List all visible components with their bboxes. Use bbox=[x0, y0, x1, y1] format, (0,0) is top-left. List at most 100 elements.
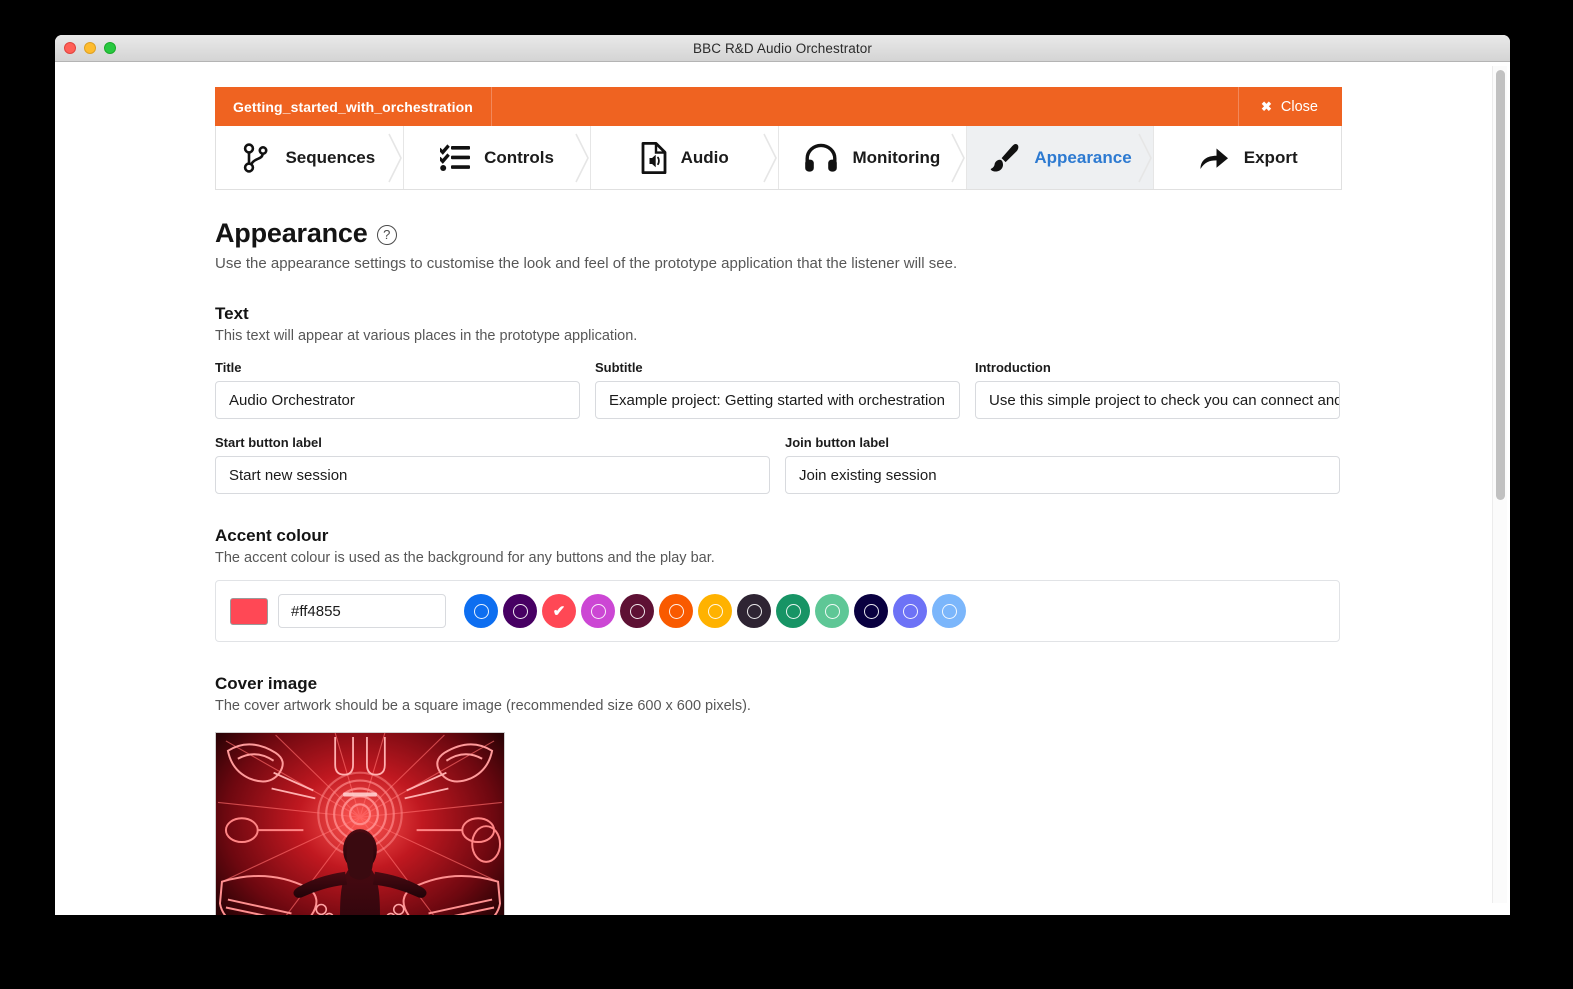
page-description: Use the appearance settings to customise… bbox=[215, 255, 958, 272]
field-label: Start button label bbox=[215, 435, 322, 450]
field-introduction: Introduction Use this simple project to … bbox=[975, 360, 1340, 419]
question-mark-icon[interactable]: ? bbox=[376, 224, 397, 245]
field-subtitle: Subtitle Example project: Getting starte… bbox=[595, 360, 960, 419]
tab-export[interactable]: Export bbox=[1154, 126, 1342, 189]
text-section-title: Text bbox=[215, 304, 249, 323]
current-colour-preview[interactable] bbox=[230, 597, 268, 625]
subtitle-input[interactable]: Example project: Getting started with or… bbox=[595, 381, 960, 419]
close-project-button[interactable]: ✖ Close bbox=[1239, 87, 1342, 126]
project-header-bar: Getting_started_with_orchestration ✖ Clo… bbox=[215, 87, 1342, 126]
text-fields-row-1: Title Audio Orchestrator Subtitle Exampl… bbox=[215, 360, 1342, 419]
colour-swatch-12[interactable] bbox=[932, 594, 966, 628]
tab-appearance[interactable]: Appearance bbox=[966, 126, 1155, 189]
colour-swatch-0[interactable] bbox=[464, 594, 498, 628]
field-start-button-label: Start button label Start new session bbox=[215, 435, 770, 494]
join-button-label-input[interactable]: Join existing session bbox=[785, 456, 1340, 494]
tab-chevron-icon bbox=[575, 126, 591, 189]
colour-swatch-7[interactable] bbox=[737, 594, 771, 628]
text-section-description: This text will appear at various places … bbox=[215, 328, 638, 344]
ring-icon bbox=[941, 603, 957, 619]
close-window-icon[interactable] bbox=[64, 42, 76, 54]
tab-chevron-icon bbox=[763, 126, 779, 189]
check-icon: ✔ bbox=[552, 602, 566, 620]
app-window: BBC R&D Audio Orchestrator Getting_start… bbox=[55, 35, 1510, 915]
paintbrush-icon bbox=[988, 142, 1020, 174]
tab-chevron-icon bbox=[1138, 126, 1154, 189]
main-nav-tabs: Sequences Controls Audio Monitoring Appe… bbox=[215, 126, 1342, 190]
colour-swatch-1[interactable] bbox=[503, 594, 537, 628]
tab-label: Export bbox=[1243, 147, 1298, 167]
ring-icon bbox=[902, 603, 918, 619]
traffic-light-buttons bbox=[64, 42, 116, 54]
checklist-icon bbox=[440, 143, 471, 172]
tab-audio[interactable]: Audio bbox=[591, 126, 780, 189]
close-project-label: Close bbox=[1280, 98, 1318, 115]
ring-icon bbox=[668, 603, 684, 619]
start-button-label-input[interactable]: Start new session bbox=[215, 456, 770, 494]
colour-swatch-9[interactable] bbox=[815, 594, 849, 628]
accent-colour-picker: #ff4855 ✔ bbox=[215, 580, 1340, 642]
window-body: Getting_started_with_orchestration ✖ Clo… bbox=[55, 62, 1510, 915]
colour-swatch-5[interactable] bbox=[659, 594, 693, 628]
ring-icon bbox=[590, 603, 606, 619]
colour-swatch-8[interactable] bbox=[776, 594, 810, 628]
ring-icon bbox=[473, 603, 489, 619]
page-title-text: Appearance bbox=[215, 218, 368, 248]
tab-chevron-icon bbox=[387, 126, 404, 189]
text-fields-row-2: Start button label Start new session Joi… bbox=[215, 435, 1342, 494]
share-arrow-icon bbox=[1198, 144, 1230, 172]
audio-file-icon bbox=[641, 141, 667, 174]
field-title: Title Audio Orchestrator bbox=[215, 360, 580, 419]
preset-colour-swatches: ✔ bbox=[464, 594, 966, 628]
field-label: Introduction bbox=[975, 360, 1051, 375]
vertical-scrollbar[interactable] bbox=[1492, 66, 1507, 903]
introduction-input[interactable]: Use this simple project to check you can… bbox=[975, 381, 1340, 419]
close-x-icon: ✖ bbox=[1261, 99, 1272, 114]
tab-label: Monitoring bbox=[852, 147, 941, 167]
header-spacer bbox=[492, 87, 1240, 126]
field-label: Join button label bbox=[785, 435, 889, 450]
colour-swatch-11[interactable] bbox=[893, 594, 927, 628]
ring-icon bbox=[629, 603, 645, 619]
tab-sequences[interactable]: Sequences bbox=[216, 126, 404, 189]
colour-swatch-10[interactable] bbox=[854, 594, 888, 628]
ring-icon bbox=[707, 603, 723, 619]
colour-swatch-3[interactable] bbox=[581, 594, 615, 628]
tab-label: Appearance bbox=[1034, 147, 1132, 167]
cover-image-thumbnail[interactable] bbox=[215, 732, 505, 915]
field-label: Title bbox=[215, 360, 242, 375]
tab-label: Audio bbox=[680, 147, 729, 167]
accent-colour-section: Accent colour The accent colour is used … bbox=[215, 526, 1342, 642]
tab-label: Sequences bbox=[285, 147, 376, 167]
accent-section-description: The accent colour is used as the backgro… bbox=[215, 550, 715, 566]
page-title: Appearance ? bbox=[215, 218, 1342, 249]
tab-monitoring[interactable]: Monitoring bbox=[779, 126, 967, 189]
cover-image-section: Cover image The cover artwork should be … bbox=[215, 674, 1342, 915]
appearance-content: Appearance ? Use the appearance settings… bbox=[215, 190, 1342, 915]
cover-section-title: Cover image bbox=[215, 674, 318, 693]
title-input[interactable]: Audio Orchestrator bbox=[215, 381, 580, 419]
headphones-icon bbox=[804, 143, 838, 173]
field-join-button-label: Join button label Join existing session bbox=[785, 435, 1340, 494]
hex-colour-input[interactable]: #ff4855 bbox=[278, 594, 446, 628]
scrollbar-thumb[interactable] bbox=[1496, 70, 1505, 500]
tab-controls[interactable]: Controls bbox=[403, 126, 592, 189]
ring-icon bbox=[863, 603, 879, 619]
colour-swatch-6[interactable] bbox=[698, 594, 732, 628]
colour-swatch-4[interactable] bbox=[620, 594, 654, 628]
ring-icon bbox=[824, 603, 840, 619]
colour-swatch-2[interactable]: ✔ bbox=[542, 594, 576, 628]
cover-artwork bbox=[216, 733, 504, 915]
window-titlebar: BBC R&D Audio Orchestrator bbox=[55, 35, 1510, 62]
text-section: Text This text will appear at various pl… bbox=[215, 304, 1342, 494]
project-name-label: Getting_started_with_orchestration bbox=[215, 87, 492, 126]
field-label: Subtitle bbox=[595, 360, 643, 375]
ring-icon bbox=[512, 603, 528, 619]
app-panel: Getting_started_with_orchestration ✖ Clo… bbox=[215, 87, 1342, 915]
ring-icon bbox=[785, 603, 801, 619]
branch-icon bbox=[243, 142, 271, 173]
zoom-window-icon[interactable] bbox=[104, 42, 116, 54]
tab-chevron-icon bbox=[950, 126, 967, 189]
minimize-window-icon[interactable] bbox=[84, 42, 96, 54]
tab-label: Controls bbox=[484, 147, 554, 167]
